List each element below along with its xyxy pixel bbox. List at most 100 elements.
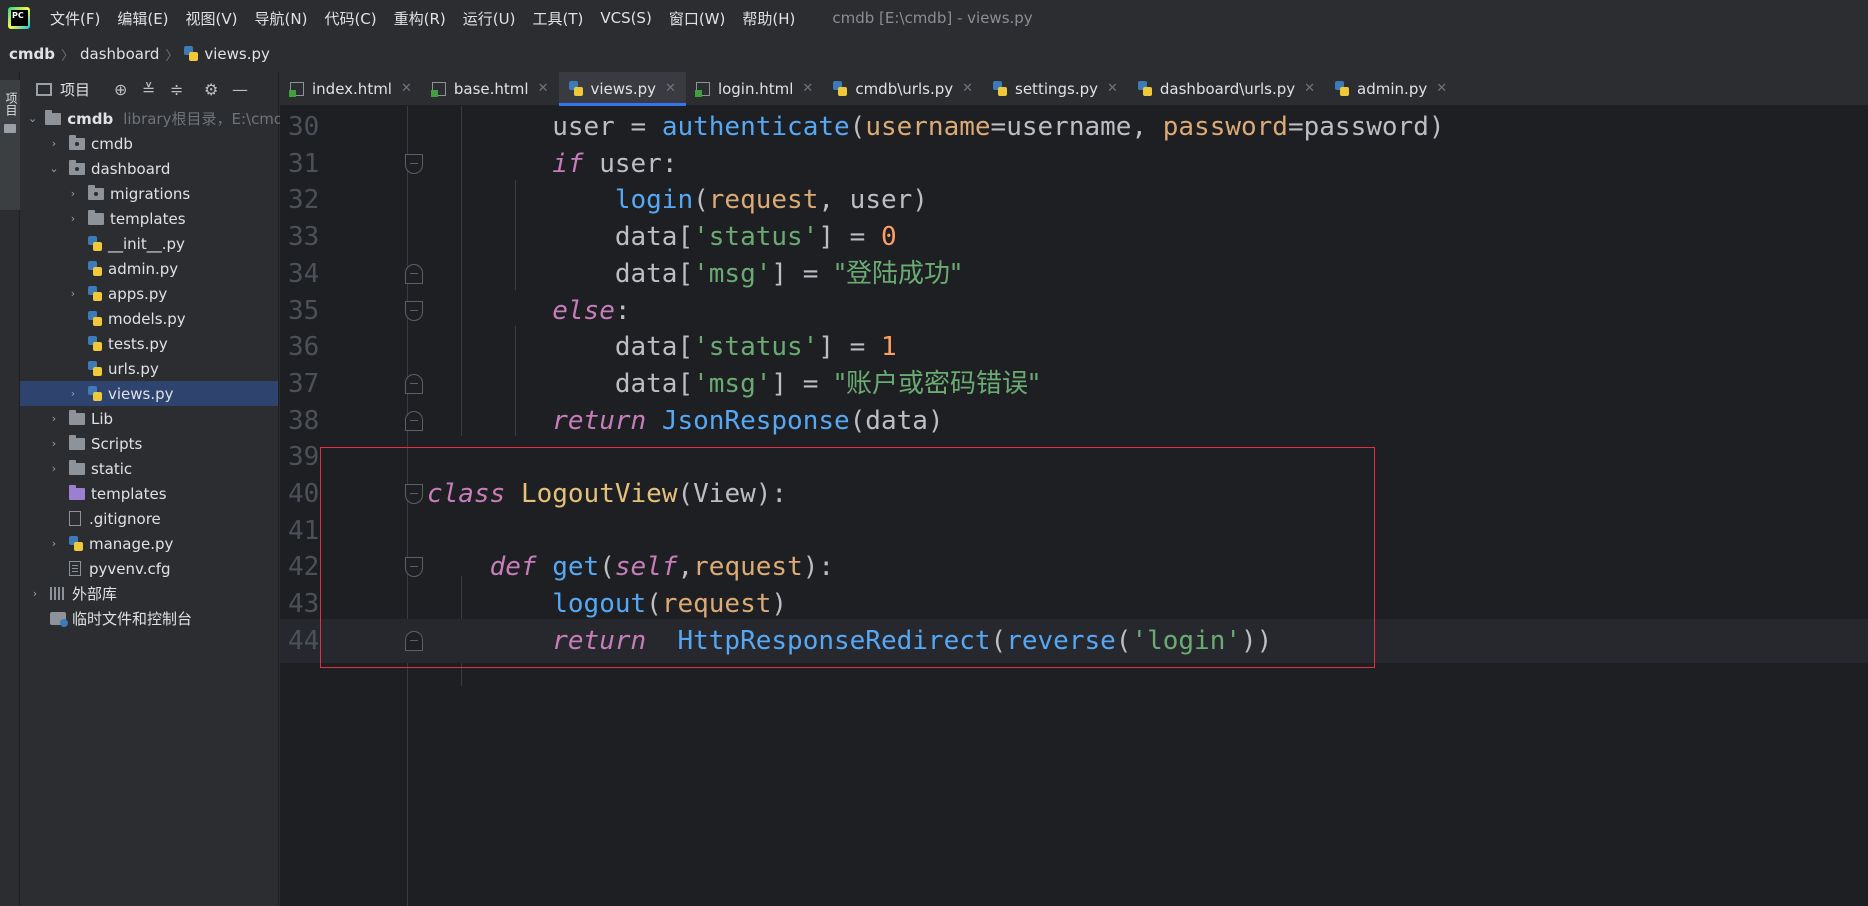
tree-item[interactable]: ›models.py	[20, 306, 278, 331]
editor-tab[interactable]: settings.py ✕	[983, 72, 1128, 105]
tree-root-hint: library根目录，E:\cmdb	[123, 110, 293, 128]
breadcrumb-dashboard[interactable]: dashboard	[80, 45, 159, 63]
code-text: return HttpResponseRedirect(reverse('log…	[552, 625, 1273, 656]
editor-tab-label: index.html	[312, 79, 392, 98]
menu-tools[interactable]: 工具(T)	[532, 8, 583, 29]
tree-item[interactable]: ⌄ dashboard	[20, 156, 278, 181]
tree-item[interactable]: ›templates	[20, 481, 278, 506]
chevron-right-icon[interactable]: ›	[66, 287, 80, 300]
locate-icon[interactable]: ⊕	[114, 80, 127, 99]
fold-marker-icon[interactable]	[405, 630, 423, 651]
fold-marker-icon[interactable]	[405, 153, 423, 174]
tree-item[interactable]: › cmdb	[20, 131, 278, 156]
editor-tab[interactable]: admin.py ✕	[1325, 72, 1457, 105]
menu-navigate[interactable]: 导航(N)	[255, 8, 308, 29]
project-panel-title[interactable]: 项目	[60, 79, 90, 100]
tree-item[interactable]: › migrations	[20, 181, 278, 206]
editor-tab[interactable]: cmdb\urls.py ✕	[823, 72, 983, 105]
menu-vcs[interactable]: VCS(S)	[600, 9, 651, 27]
chevron-down-icon[interactable]: ⌄	[28, 112, 37, 125]
library-icon	[50, 587, 66, 600]
editor-tab[interactable]: dashboard\urls.py ✕	[1128, 72, 1325, 105]
chevron-right-icon[interactable]: ›	[47, 137, 61, 150]
close-tab-icon[interactable]: ✕	[962, 81, 973, 96]
menu-edit[interactable]: 编辑(E)	[117, 8, 168, 29]
fold-marker-icon[interactable]	[405, 484, 423, 504]
editor-tab-label: cmdb\urls.py	[855, 79, 954, 98]
menu-run[interactable]: 运行(U)	[463, 8, 516, 29]
editor-tab[interactable]: index.html ✕	[280, 72, 422, 105]
chevron-right-icon[interactable]: ›	[47, 462, 61, 475]
code-editor[interactable]: 30 user = authenticate(username=username…	[280, 106, 1868, 906]
close-tab-icon[interactable]: ✕	[1304, 81, 1315, 96]
editor: index.html ✕ base.html ✕ views.py ✕ login.html…	[280, 72, 1868, 906]
menu-help[interactable]: 帮助(H)	[742, 8, 795, 29]
tree-item[interactable]: ›__init__.py	[20, 231, 278, 256]
fold-marker-icon[interactable]	[405, 373, 423, 394]
breadcrumb-project[interactable]: cmdb	[9, 45, 55, 63]
close-tab-icon[interactable]: ✕	[1107, 81, 1118, 96]
chevron-right-icon[interactable]: ›	[47, 412, 61, 425]
tree-item[interactable]: ›urls.py	[20, 356, 278, 381]
editor-tab-label: views.py	[590, 79, 657, 98]
close-tab-icon[interactable]: ✕	[401, 81, 412, 96]
tree-item[interactable]: ›admin.py	[20, 256, 278, 281]
chevron-right-icon[interactable]: ›	[66, 187, 80, 200]
tree-item[interactable]: › apps.py	[20, 281, 278, 306]
text-file-icon	[69, 561, 81, 576]
fold-marker-icon[interactable]	[405, 557, 423, 578]
breadcrumb-file[interactable]: views.py	[204, 45, 270, 63]
tree-item[interactable]: ›tests.py	[20, 331, 278, 356]
tree-item-label: dashboard	[91, 159, 171, 178]
expand-all-icon[interactable]: ≚	[142, 80, 155, 99]
menu-window[interactable]: 窗口(W)	[669, 8, 726, 29]
menu-code[interactable]: 代码(C)	[324, 8, 376, 29]
chevron-down-icon[interactable]: ⌄	[47, 162, 61, 175]
menu-refactor[interactable]: 重构(R)	[394, 8, 446, 29]
tree-root[interactable]: ⌄ cmdb library根目录，E:\cmdb	[20, 106, 293, 131]
template-folder-icon	[69, 484, 85, 500]
tree-item[interactable]: › Lib	[20, 406, 278, 431]
python-file-icon	[88, 235, 102, 252]
tree-item[interactable]: ›pyvenv.cfg	[20, 556, 278, 581]
tree-item[interactable]: ›临时文件和控制台	[20, 606, 278, 631]
tree-item[interactable]: ›.gitignore	[20, 506, 278, 531]
file-icon	[69, 511, 81, 526]
tree-item[interactable]: › views.py	[20, 381, 278, 406]
collapse-all-icon[interactable]: ≑	[170, 80, 183, 99]
tree-item-label: admin.py	[108, 259, 179, 278]
chevron-right-icon[interactable]: ›	[47, 537, 61, 550]
fold-marker-icon[interactable]	[405, 300, 423, 321]
fold-marker-icon[interactable]	[405, 263, 423, 284]
window-title: cmdb [E:\cmdb] - views.py	[832, 9, 1033, 27]
html-file-icon	[430, 81, 446, 97]
close-tab-icon[interactable]: ✕	[665, 81, 676, 96]
close-tab-icon[interactable]: ✕	[802, 81, 813, 96]
chevron-right-icon[interactable]: ›	[28, 587, 42, 600]
chevron-right-icon[interactable]: ›	[66, 387, 80, 400]
fold-marker-icon[interactable]	[405, 410, 423, 431]
code-line[interactable]: 44 return HttpResponseRedirect(reverse('…	[280, 618, 1868, 663]
project-tool-label: 项目	[4, 92, 18, 116]
python-file-icon	[1335, 80, 1350, 97]
editor-tab[interactable]: base.html ✕	[422, 72, 559, 105]
close-tab-icon[interactable]: ✕	[1436, 81, 1447, 96]
tree-item-label: Scripts	[91, 434, 143, 453]
tree-item[interactable]: › manage.py	[20, 531, 278, 556]
chevron-right-icon[interactable]: ›	[47, 437, 61, 450]
folder-icon	[69, 409, 85, 425]
chevron-right-icon[interactable]: ›	[66, 212, 80, 225]
editor-tab-label: settings.py	[1015, 79, 1098, 98]
menu-file[interactable]: 文件(F)	[50, 8, 100, 29]
project-tool-button[interactable]: 项目	[0, 80, 20, 210]
gear-icon[interactable]: ⚙	[204, 80, 218, 99]
tree-item[interactable]: › Scripts	[20, 431, 278, 456]
editor-tab[interactable]: login.html ✕	[686, 72, 823, 105]
close-tab-icon[interactable]: ✕	[538, 81, 549, 96]
tree-item[interactable]: › 外部库	[20, 581, 278, 606]
minimize-icon[interactable]: —	[232, 80, 248, 99]
menu-view[interactable]: 视图(V)	[186, 8, 238, 29]
tree-item[interactable]: ›templates	[20, 206, 278, 231]
editor-tab[interactable]: views.py ✕	[558, 72, 687, 106]
tree-item[interactable]: › static	[20, 456, 278, 481]
